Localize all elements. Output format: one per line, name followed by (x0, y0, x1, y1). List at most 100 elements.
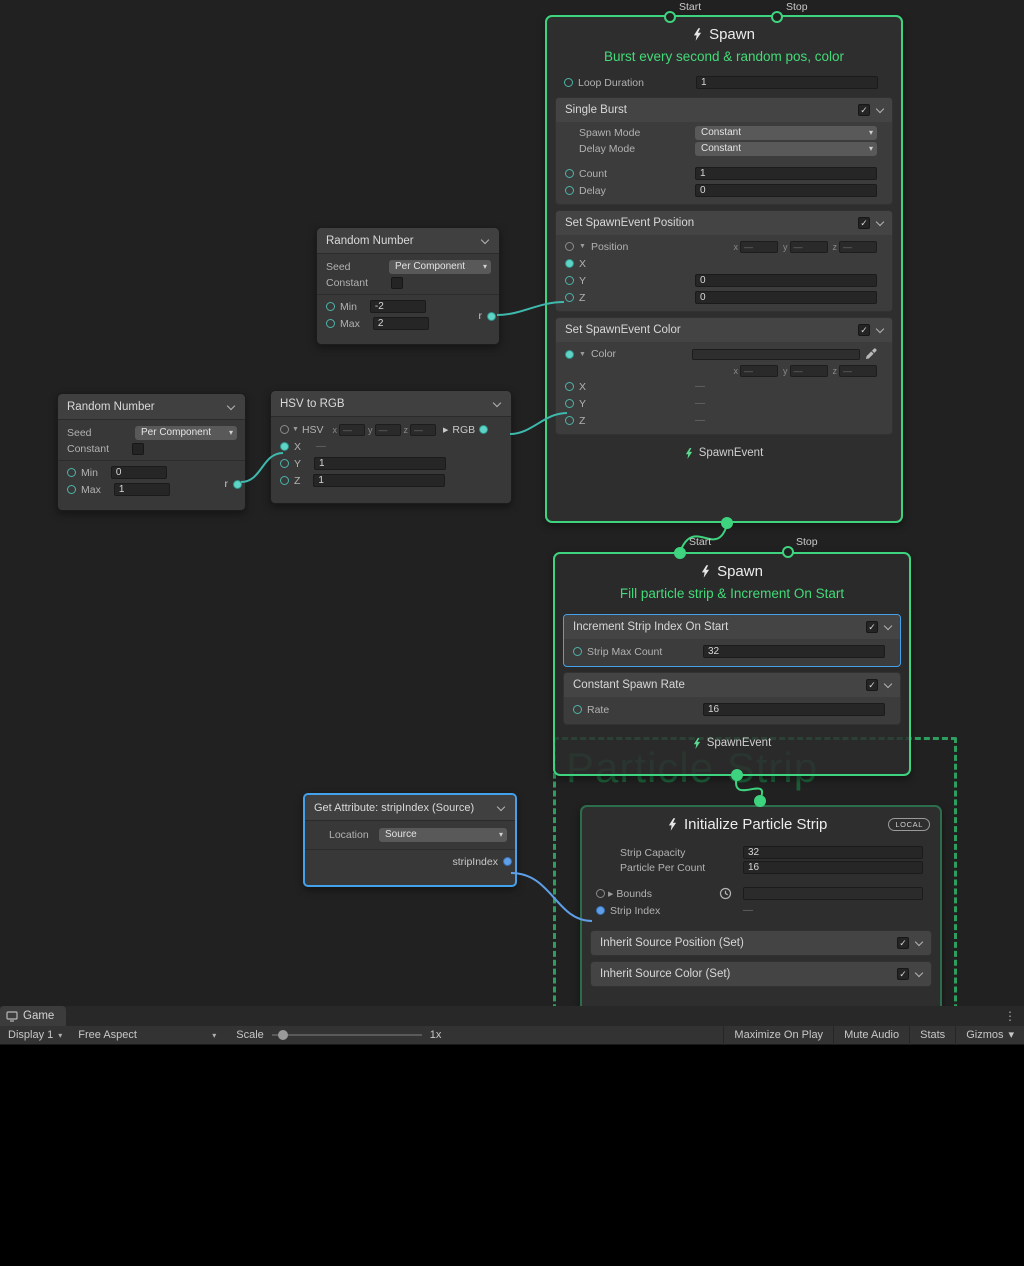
spawn-burst-spawnevent-port[interactable] (721, 517, 733, 529)
hsv-x-minifield[interactable]: — (339, 424, 365, 436)
position-y-minifield[interactable]: — (790, 241, 828, 253)
increment-checkbox[interactable]: ✓ (866, 621, 878, 633)
bounds-field[interactable] (743, 887, 923, 900)
constant-checkbox[interactable] (132, 443, 144, 455)
maximize-on-play-button[interactable]: Maximize On Play (723, 1026, 833, 1045)
chevron-down-icon[interactable] (914, 938, 924, 948)
gizmos-dropdown[interactable]: Gizmos ▾ (955, 1026, 1024, 1045)
chevron-down-icon[interactable] (492, 399, 502, 409)
rgb-output-port[interactable] (479, 425, 488, 434)
position-x-port[interactable] (565, 259, 574, 268)
foldout-triangle-icon[interactable]: ▼ (579, 243, 586, 250)
max-port[interactable] (67, 485, 76, 494)
block-single-burst[interactable]: Single Burst ✓ Spawn Mode Constant ▾ De (555, 97, 893, 205)
strip-max-count-port[interactable] (573, 647, 582, 656)
seed-dropdown[interactable]: Per Component ▾ (135, 426, 237, 440)
count-port[interactable] (565, 169, 574, 178)
game-view[interactable] (0, 1046, 1024, 1266)
position-z-minifield[interactable]: — (839, 241, 877, 253)
spawn-strip-stop-port[interactable] (782, 546, 794, 558)
spawn-burst-stop-port[interactable] (771, 11, 783, 23)
block-increment-strip-index[interactable]: Increment Strip Index On Start ✓ Strip M… (563, 614, 901, 667)
recorded-clock-icon[interactable] (719, 887, 732, 900)
r-output-port[interactable] (487, 312, 496, 321)
chevron-down-icon[interactable] (875, 325, 885, 335)
inherit-position-checkbox[interactable]: ✓ (897, 937, 909, 949)
node-hsv-to-rgb[interactable]: HSV to RGB ▼ HSV x— y— z— ▶ RGB (270, 390, 512, 504)
color-y-port[interactable] (565, 399, 574, 408)
delay-mode-dropdown[interactable]: Constant ▾ (695, 142, 877, 156)
foldout-triangle-icon[interactable]: ▼ (292, 426, 299, 433)
spawn-strip-start-port[interactable] (674, 547, 686, 559)
node-initialize-particle-strip[interactable]: Initialize Particle Strip LOCAL Strip Ca… (580, 805, 942, 1006)
hsv-z-port[interactable] (280, 476, 289, 485)
min-field[interactable]: 0 (111, 466, 167, 479)
delay-field[interactable]: 0 (695, 184, 877, 197)
hsv-port[interactable] (280, 425, 289, 434)
node-get-attribute-stripindex[interactable]: Get Attribute: stripIndex (Source) Locat… (303, 793, 517, 887)
color-y-minifield[interactable]: — (790, 365, 828, 377)
chevron-down-icon[interactable] (883, 680, 893, 690)
foldout-triangle-icon[interactable]: ▶ (608, 890, 613, 898)
max-port[interactable] (326, 319, 335, 328)
seed-dropdown[interactable]: Per Component ▾ (389, 260, 491, 274)
strip-capacity-field[interactable]: 32 (743, 846, 923, 859)
kebab-menu-icon[interactable]: ⋮ (996, 1006, 1024, 1026)
min-port[interactable] (67, 468, 76, 477)
count-field[interactable]: 1 (695, 167, 877, 180)
location-dropdown[interactable]: Source ▾ (379, 828, 507, 842)
spawn-mode-dropdown[interactable]: Constant ▾ (695, 126, 877, 140)
hsv-x-port[interactable] (280, 442, 289, 451)
display-dropdown[interactable]: Display 1 ▾ (0, 1026, 70, 1045)
node-random-number-position[interactable]: Random Number Seed Per Component ▾ Const… (316, 227, 500, 345)
initialize-input-port[interactable] (754, 795, 766, 807)
strip-max-count-field[interactable]: 32 (703, 645, 885, 658)
chevron-down-icon[interactable] (875, 218, 885, 228)
color-x-minifield[interactable]: — (740, 365, 778, 377)
color-z-port[interactable] (565, 416, 574, 425)
constant-checkbox[interactable] (391, 277, 403, 289)
node-random-number-hue[interactable]: Random Number Seed Per Component ▾ Const… (57, 393, 246, 511)
node-spawn-burst[interactable]: Spawn Burst every second & random pos, c… (545, 15, 903, 523)
position-port[interactable] (565, 242, 574, 251)
rate-port[interactable] (573, 705, 582, 714)
color-port[interactable] (565, 350, 574, 359)
max-field[interactable]: 2 (373, 317, 429, 330)
block-inherit-source-position[interactable]: Inherit Source Position (Set) ✓ (590, 930, 932, 956)
position-z-port[interactable] (565, 293, 574, 302)
color-z-minifield[interactable]: — (839, 365, 877, 377)
block-constant-spawn-rate[interactable]: Constant Spawn Rate ✓ Rate 16 (563, 672, 901, 725)
rate-field[interactable]: 16 (703, 703, 885, 716)
set-color-checkbox[interactable]: ✓ (858, 324, 870, 336)
position-y-field[interactable]: 0 (695, 274, 877, 287)
r-output-port[interactable] (233, 480, 242, 489)
position-y-port[interactable] (565, 276, 574, 285)
max-field[interactable]: 1 (114, 483, 170, 496)
local-badge[interactable]: LOCAL (888, 818, 930, 831)
graph-canvas[interactable]: Particle Strip Spawn Burst every second … (0, 0, 1024, 1006)
position-z-field[interactable]: 0 (695, 291, 877, 304)
bounds-port[interactable] (596, 889, 605, 898)
chevron-down-icon[interactable] (883, 622, 893, 632)
min-port[interactable] (326, 302, 335, 311)
hsv-y-minifield[interactable]: — (375, 424, 401, 436)
chevron-down-icon[interactable] (480, 236, 490, 246)
block-inherit-source-color[interactable]: Inherit Source Color (Set) ✓ (590, 961, 932, 987)
hsv-y-field[interactable]: 1 (314, 457, 446, 470)
single-burst-checkbox[interactable]: ✓ (858, 104, 870, 116)
chevron-down-icon[interactable] (914, 969, 924, 979)
chevron-down-icon[interactable] (496, 803, 506, 813)
aspect-dropdown[interactable]: Free Aspect ▾ (70, 1026, 224, 1045)
particle-per-count-field[interactable]: 16 (743, 861, 923, 874)
node-spawn-strip[interactable]: Spawn Fill particle strip & Increment On… (553, 552, 911, 776)
delay-port[interactable] (565, 186, 574, 195)
chevron-down-icon[interactable] (226, 402, 236, 412)
hsv-z-field[interactable]: 1 (313, 474, 445, 487)
spawn-burst-start-port[interactable] (664, 11, 676, 23)
spawn-strip-spawnevent-port[interactable] (731, 769, 743, 781)
tab-game[interactable]: Game (0, 1006, 66, 1026)
block-set-position[interactable]: Set SpawnEvent Position ✓ ▼ Position x— … (555, 210, 893, 312)
node-subtitle[interactable]: Burst every second & random pos, color (547, 43, 901, 72)
spawn-rate-checkbox[interactable]: ✓ (866, 679, 878, 691)
stripindex-output-port[interactable] (503, 857, 512, 866)
